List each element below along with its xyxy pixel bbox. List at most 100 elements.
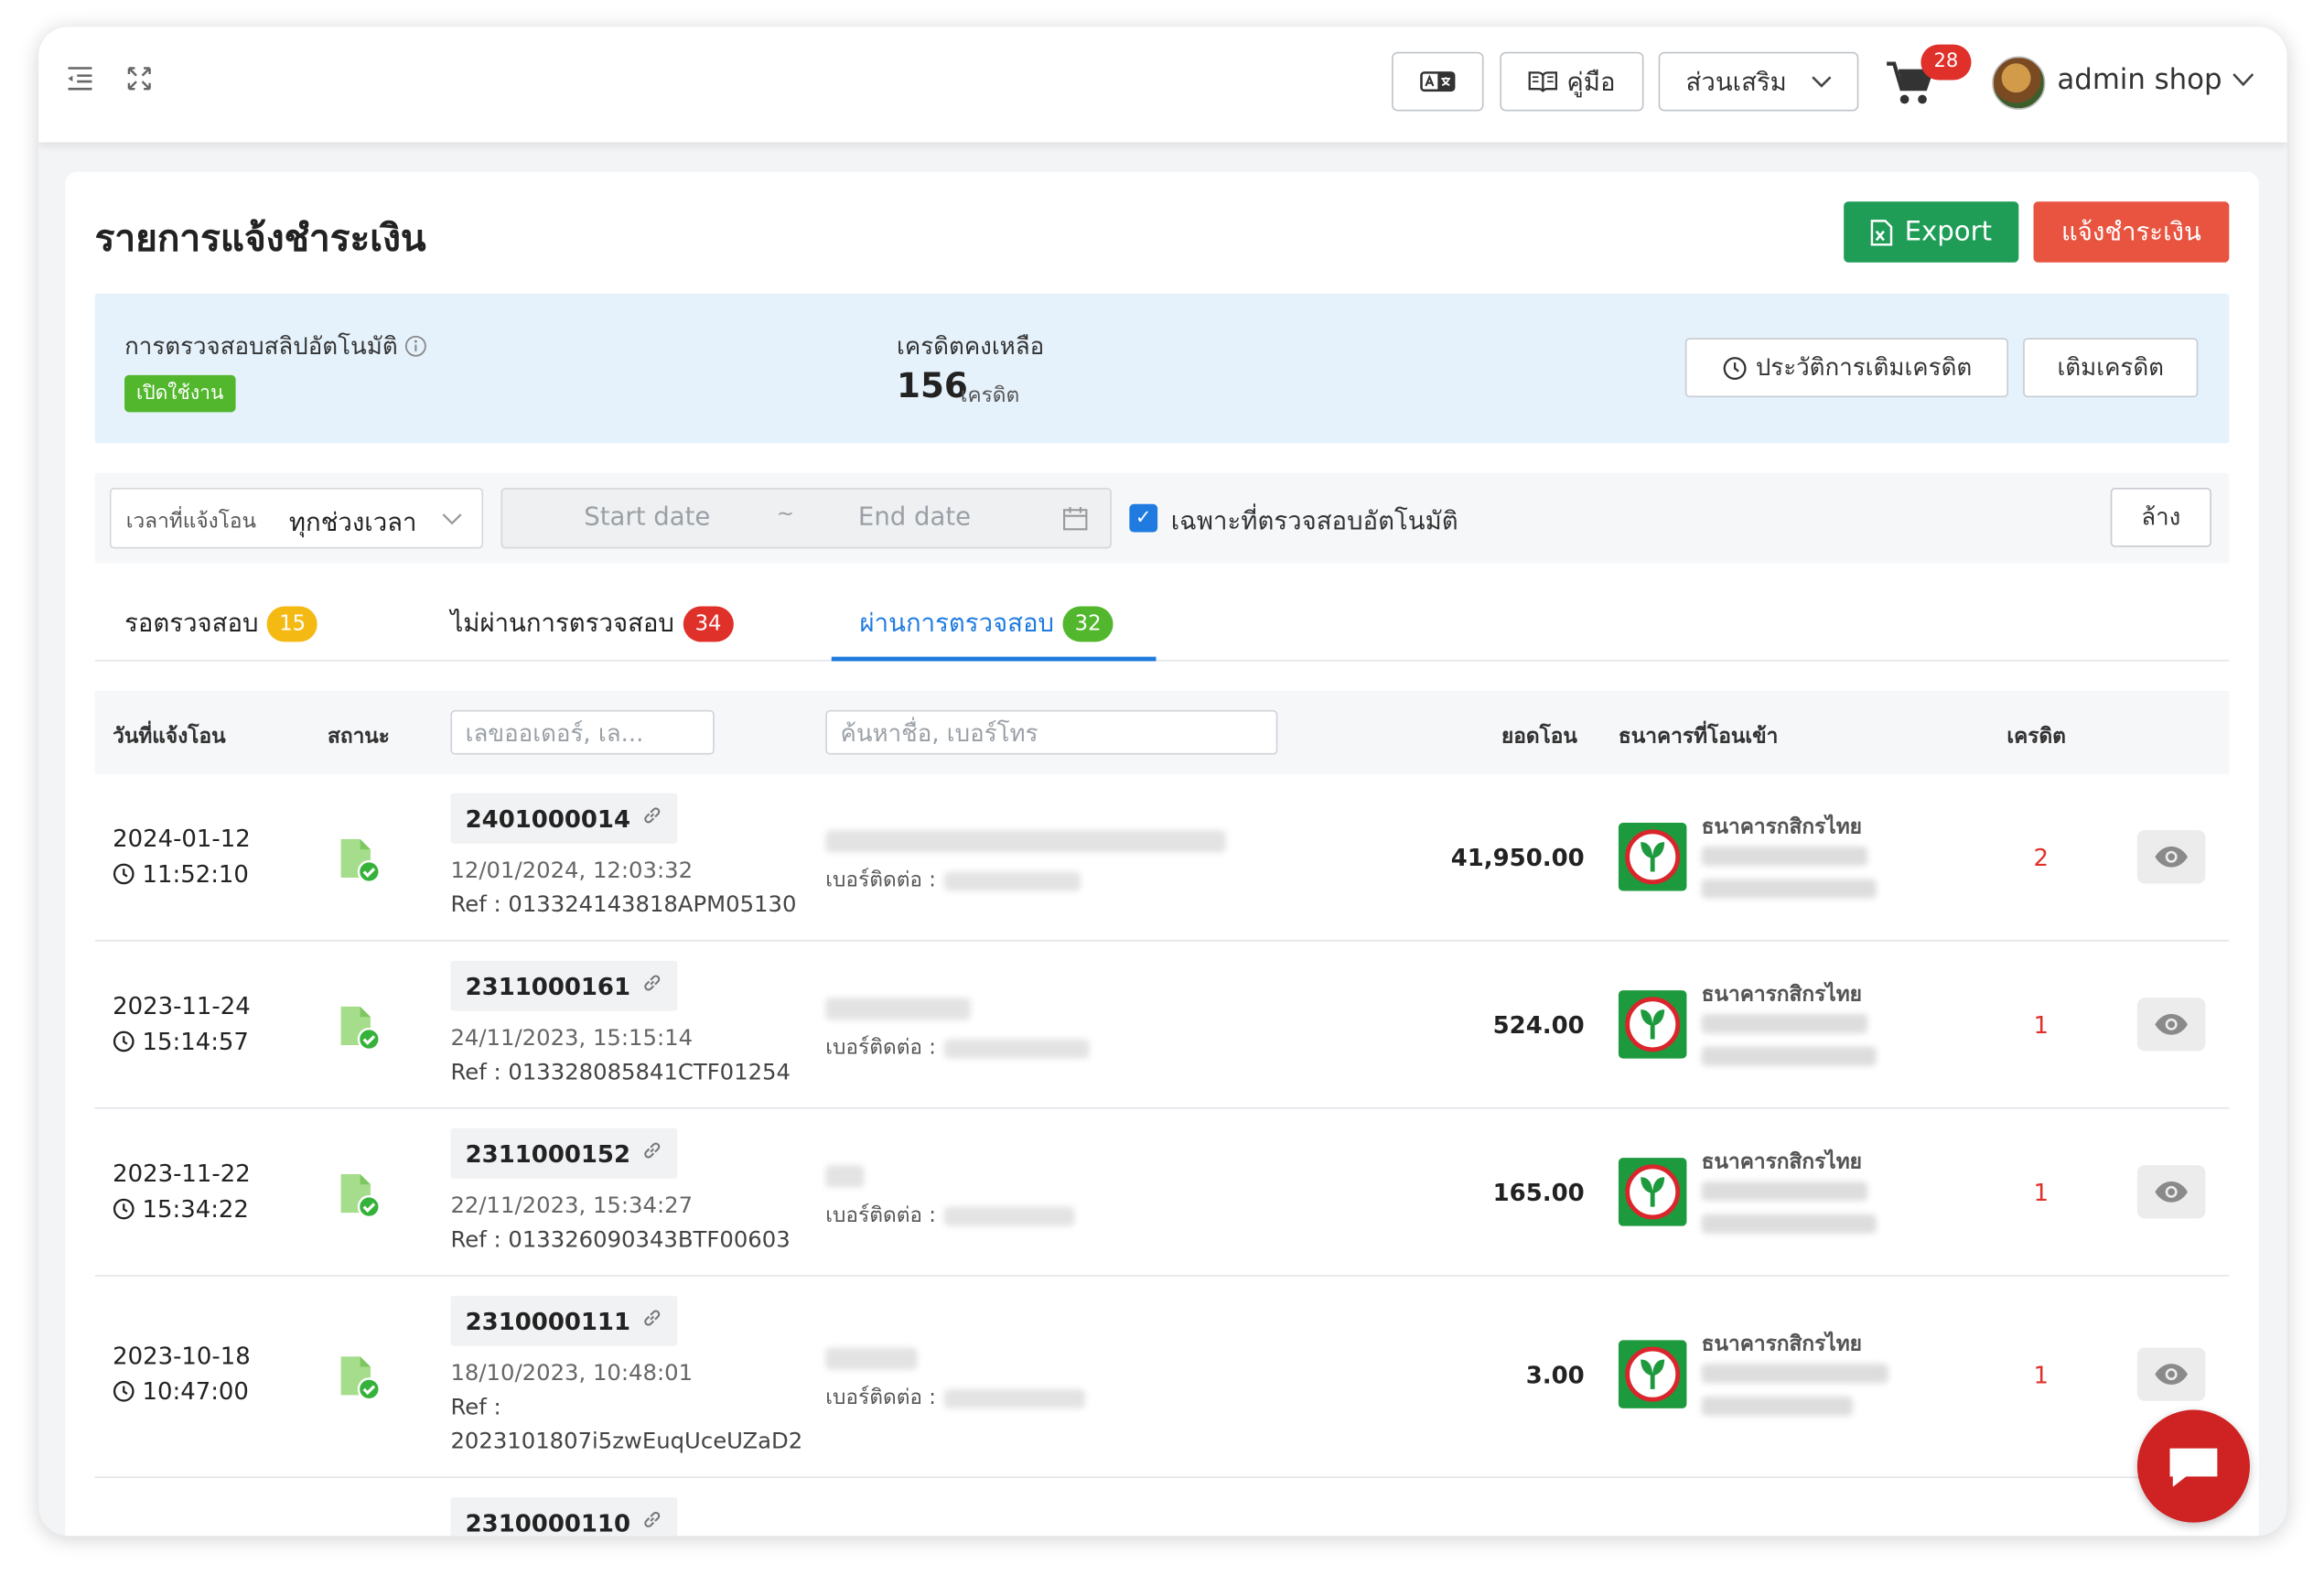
view-detail-button[interactable]	[2136, 1347, 2206, 1401]
row-time: 10:47:00	[113, 1377, 249, 1406]
row-amount: 41,950.00	[1450, 843, 1585, 872]
notify-payment-button[interactable]: แจ้งชำระเงิน	[2033, 201, 2230, 263]
export-label: Export	[1904, 216, 1993, 248]
page-title: รายการแจ้งชำระเงิน	[94, 216, 426, 260]
credit-info-panel: การตรวจสอบสลิปอัตโนมัติ เปิดใช้งาน เครดิ…	[94, 293, 2230, 444]
order-search-input[interactable]: เลขออเดอร์, เล...	[450, 709, 715, 755]
clock-icon	[113, 1198, 134, 1220]
auto-check-status-badge: เปิดใช้งาน	[124, 374, 236, 413]
chevron-down-icon	[1811, 75, 1831, 87]
credit-unit: เครดิต	[960, 383, 1020, 408]
time-range-value: ทุกช่วงเวลา	[288, 508, 417, 539]
row-credit: 2	[2033, 843, 2050, 872]
order-number[interactable]: 2311000152	[450, 1127, 678, 1179]
name-search-input[interactable]: ค้นหาชื่อ, เบอร์โทร	[825, 709, 1278, 755]
export-button[interactable]: Export	[1844, 201, 2019, 263]
end-date-input[interactable]: End date	[858, 502, 971, 532]
book-icon	[1528, 71, 1558, 92]
link-icon[interactable]	[642, 1140, 663, 1167]
payment-ref: Ref : 013328085841CTF01254	[450, 1058, 791, 1085]
row-amount: 165.00	[1492, 1178, 1585, 1207]
excel-icon	[1870, 219, 1893, 245]
bank-name: ธนาคารกสิกรไทย	[1701, 1150, 1862, 1174]
credit-history-button[interactable]: ประวัติการเติมเครดิต	[1684, 338, 2008, 398]
link-icon[interactable]	[642, 1509, 663, 1536]
addons-dropdown[interactable]: ส่วนเสริม	[1658, 51, 1859, 112]
contact-phone: เบอร์ติดต่อ :	[825, 1199, 1076, 1232]
phone-redacted	[944, 870, 1081, 890]
verified-document-icon	[339, 1172, 381, 1219]
column-status[interactable]: สถานะ	[328, 720, 390, 753]
date-range-picker[interactable]: Start date ~ End date	[500, 487, 1112, 549]
verified-document-icon	[339, 1355, 381, 1401]
fullscreen-icon[interactable]	[123, 65, 156, 98]
tab-passed[interactable]: ผ่านการตรวจสอบ 32	[860, 603, 1114, 643]
account-name-redacted	[1701, 1014, 1868, 1034]
row-date: 2023-10-18	[113, 1342, 251, 1370]
view-detail-button[interactable]	[2136, 998, 2206, 1052]
history-icon	[1722, 356, 1746, 380]
tab-label: รอตรวจสอบ	[124, 609, 259, 640]
time-range-label: เวลาที่แจ้งโอน	[125, 510, 257, 534]
order-number[interactable]: 2311000161	[450, 960, 678, 1011]
manual-label: คู่มือ	[1566, 67, 1616, 98]
auto-only-label: เฉพาะที่ตรวจสอบอัตโนมัติ	[1170, 507, 1458, 537]
account-number-redacted	[1701, 1214, 1877, 1234]
user-menu-chevron-icon[interactable]	[2233, 65, 2254, 93]
paid-datetime: 12/01/2024, 12:03:32	[450, 857, 694, 884]
credit-label: เครดิตคงเหลือ	[897, 331, 1045, 361]
clear-filter-button[interactable]: ล้าง	[2110, 487, 2211, 547]
row-time: 11:52:10	[113, 860, 249, 888]
eye-icon	[2155, 1181, 2188, 1203]
payment-ref: Ref : 013326090343BTF00603	[450, 1225, 791, 1253]
paid-datetime: 18/10/2023, 10:48:01	[450, 1359, 694, 1386]
view-detail-button[interactable]	[2136, 830, 2206, 884]
column-amount[interactable]: ยอดโอน	[1501, 720, 1577, 753]
cart-count-badge: 28	[1921, 44, 1972, 81]
table-row[interactable]: 2024-01-12 11:52:10 2401000014 12/01/202…	[94, 774, 2230, 942]
start-date-input[interactable]: Start date	[584, 502, 710, 532]
tab-divider	[94, 659, 2230, 662]
customer-name-redacted	[825, 830, 1226, 853]
bank-name: ธนาคารกสิกรไทย	[1701, 982, 1862, 1007]
time-range-select[interactable]: เวลาที่แจ้งโอน ทุกช่วงเวลา	[109, 487, 484, 549]
order-number[interactable]: 2310000111	[450, 1295, 678, 1346]
customer-name-redacted	[825, 1347, 918, 1370]
chat-button[interactable]	[2136, 1409, 2251, 1523]
translate-button[interactable]	[1392, 51, 1484, 112]
account-name-redacted	[1701, 1364, 1888, 1384]
order-number[interactable]: 2401000014	[450, 793, 678, 844]
link-icon[interactable]	[642, 1308, 663, 1334]
manual-button[interactable]: คู่มือ	[1500, 51, 1644, 112]
row-time: 15:34:22	[113, 1195, 249, 1223]
avatar[interactable]	[1992, 56, 2046, 110]
column-bank: ธนาคารที่โอนเข้า	[1618, 725, 1779, 750]
row-credit: 1	[2033, 1010, 2050, 1040]
top-bar: คู่มือ ส่วนเสริม 28 admin shop	[38, 27, 2287, 143]
menu-fold-icon[interactable]	[64, 65, 97, 98]
row-amount: 3.00	[1525, 1361, 1585, 1389]
column-date[interactable]: วันที่แจ้งโอน	[113, 720, 225, 753]
tab-failed[interactable]: ไม่ผ่านการตรวจสอบ 34	[450, 603, 734, 643]
auto-only-checkbox[interactable]: ✓	[1129, 503, 1158, 533]
tab-count-badge: 34	[683, 605, 734, 642]
table-row[interactable]: 2310000110	[95, 1478, 2230, 1537]
payment-ref: Ref :	[450, 1393, 501, 1420]
contact-phone: เบอร์ติดต่อ :	[825, 1031, 1091, 1064]
clock-icon	[113, 1030, 134, 1052]
row-credit: 1	[2033, 1361, 2050, 1389]
order-number[interactable]: 2310000110	[450, 1497, 678, 1537]
link-icon[interactable]	[642, 805, 663, 832]
table-row[interactable]: 2023-11-24 15:14:57 2311000161 24/11/202…	[94, 942, 2230, 1109]
row-date: 2023-11-24	[113, 991, 251, 1020]
link-icon[interactable]	[642, 973, 663, 999]
user-name[interactable]: admin shop	[2057, 64, 2222, 97]
table-row[interactable]: 2023-10-18 10:47:00 2310000111 18/10/202…	[94, 1277, 2230, 1479]
table-row[interactable]: 2023-11-22 15:34:22 2311000152 22/11/202…	[94, 1109, 2230, 1277]
row-time: 15:14:57	[113, 1028, 249, 1055]
topup-credit-button[interactable]: เติมเครดิต	[2023, 338, 2199, 398]
eye-icon	[2155, 1014, 2188, 1035]
view-detail-button[interactable]	[2136, 1165, 2206, 1219]
tab-pending[interactable]: รอตรวจสอบ 15	[124, 603, 318, 643]
kbank-logo-icon	[1618, 823, 1687, 891]
